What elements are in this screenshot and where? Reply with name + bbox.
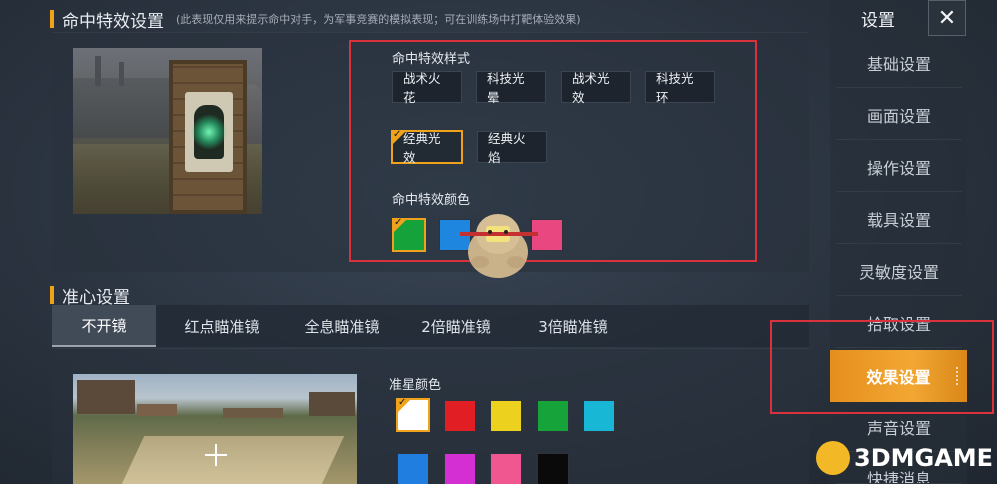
crosshair-color-swatch-red[interactable] [444,400,476,432]
chimney [95,56,101,86]
crosshair-color-swatch-cyan[interactable] [583,400,615,432]
tab-label: 2倍瞄准镜 [421,317,491,336]
sidebar-item-controls[interactable]: 操作设置 [836,142,962,192]
annotation-box-effects-tab [770,320,994,414]
crosshair-color-swatch-pink[interactable] [490,453,522,484]
style-option-classic-flame[interactable]: 经典火焰 [477,131,547,165]
crosshair-color-swatch-black[interactable] [537,453,569,484]
tab-label: 不开镜 [81,316,127,335]
hit-section-title: 命中特效设置 [62,11,164,32]
house [137,404,177,416]
crosshair-color-swatch-white[interactable]: ✓ [396,397,430,432]
tab-label: 3倍瞄准镜 [538,317,608,336]
crosshair-color-swatch-yellow[interactable] [490,400,522,432]
option-label: 科技光环 [656,71,694,105]
house [223,408,283,418]
tab-label: 红点瞄准镜 [184,317,260,336]
sidebar-item-graphics[interactable]: 画面设置 [836,90,962,140]
hit-section-header: 命中特效设置 (此表现仅用来提示命中对手，为军事竞赛的模拟表现；可在训练场中打靶… [50,6,581,32]
hit-effect-glow [191,114,227,150]
hit-section-note: (此表现仅用来提示命中对手，为军事竞赛的模拟表现；可在训练场中打靶体验效果) [176,13,581,26]
sidebar-item-label: 灵敏度设置 [858,262,939,282]
chimney [119,62,124,86]
target-board [169,60,247,214]
tab-red-dot[interactable]: 红点瞄准镜 [166,305,278,347]
style-option-classic-light[interactable]: ✓ 经典光效 [391,129,463,165]
section-accent-bar [50,10,54,28]
sidebar-title: 设置 [861,10,895,31]
style-option-tech-halo[interactable]: 科技光晕 [476,71,546,105]
watermark-logo-icon [816,441,850,475]
option-label: 战术火花 [403,71,441,105]
crosshair-color-label: 准星颜色 [389,378,442,393]
option-label: 战术光效 [572,71,610,105]
crosshair-preview-image [73,374,357,484]
style-option-tactical-light[interactable]: 战术光效 [561,71,631,105]
crosshair-color-swatch-blue[interactable] [397,453,429,484]
check-icon: ✓ [394,217,403,228]
sidebar-item-label: 基础设置 [866,54,931,74]
hit-style-label: 命中特效样式 [392,52,471,67]
mascot-sticker-icon [460,214,538,278]
sidebar-item-label: 操作设置 [866,158,931,178]
tab-label: 全息瞄准镜 [304,317,380,336]
tab-no-scope[interactable]: 不开镜 [52,305,156,347]
check-icon: ✓ [393,129,402,140]
watermark: 3DMGAME [816,438,993,478]
tab-holographic[interactable]: 全息瞄准镜 [286,305,398,347]
dirt-road [121,436,345,484]
crosshair-icon [205,444,227,466]
target-paper [185,92,233,172]
style-option-tech-ring[interactable]: 科技光环 [645,71,715,105]
sidebar-item-sensitivity[interactable]: 灵敏度设置 [836,246,962,296]
watermark-text: 3DMGAME [854,444,994,472]
sidebar-item-label: 载具设置 [866,210,931,230]
hit-color-swatch-green[interactable]: ✓ [392,217,426,252]
crosshair-color-swatch-magenta[interactable] [444,453,476,484]
sidebar-item-label: 声音设置 [866,418,931,438]
scope-tab-bar: 不开镜 红点瞄准镜 全息瞄准镜 2倍瞄准镜 3倍瞄准镜 [52,305,809,347]
house [309,392,355,416]
option-label: 科技光晕 [487,71,525,105]
close-icon: ✕ [937,5,957,31]
sidebar-item-label: 画面设置 [866,106,931,126]
hit-effect-preview-image [73,48,262,214]
option-label: 经典光效 [403,131,441,165]
crosshair-section-title: 准心设置 [62,287,130,308]
check-icon: ✓ [398,397,407,408]
tab-3x-scope[interactable]: 3倍瞄准镜 [522,305,624,347]
sidebar-item-basic[interactable]: 基础设置 [836,38,962,88]
option-label: 经典火焰 [488,131,526,165]
crosshair-color-swatch-green[interactable] [537,400,569,432]
tab-2x-scope[interactable]: 2倍瞄准镜 [406,305,506,347]
sidebar-item-vehicle[interactable]: 载具设置 [836,194,962,244]
style-option-tactical-spark[interactable]: 战术火花 [392,71,462,105]
target-silhouette [191,105,227,159]
house [77,380,135,414]
close-button[interactable]: ✕ [928,0,966,36]
section-accent-bar [50,286,54,304]
